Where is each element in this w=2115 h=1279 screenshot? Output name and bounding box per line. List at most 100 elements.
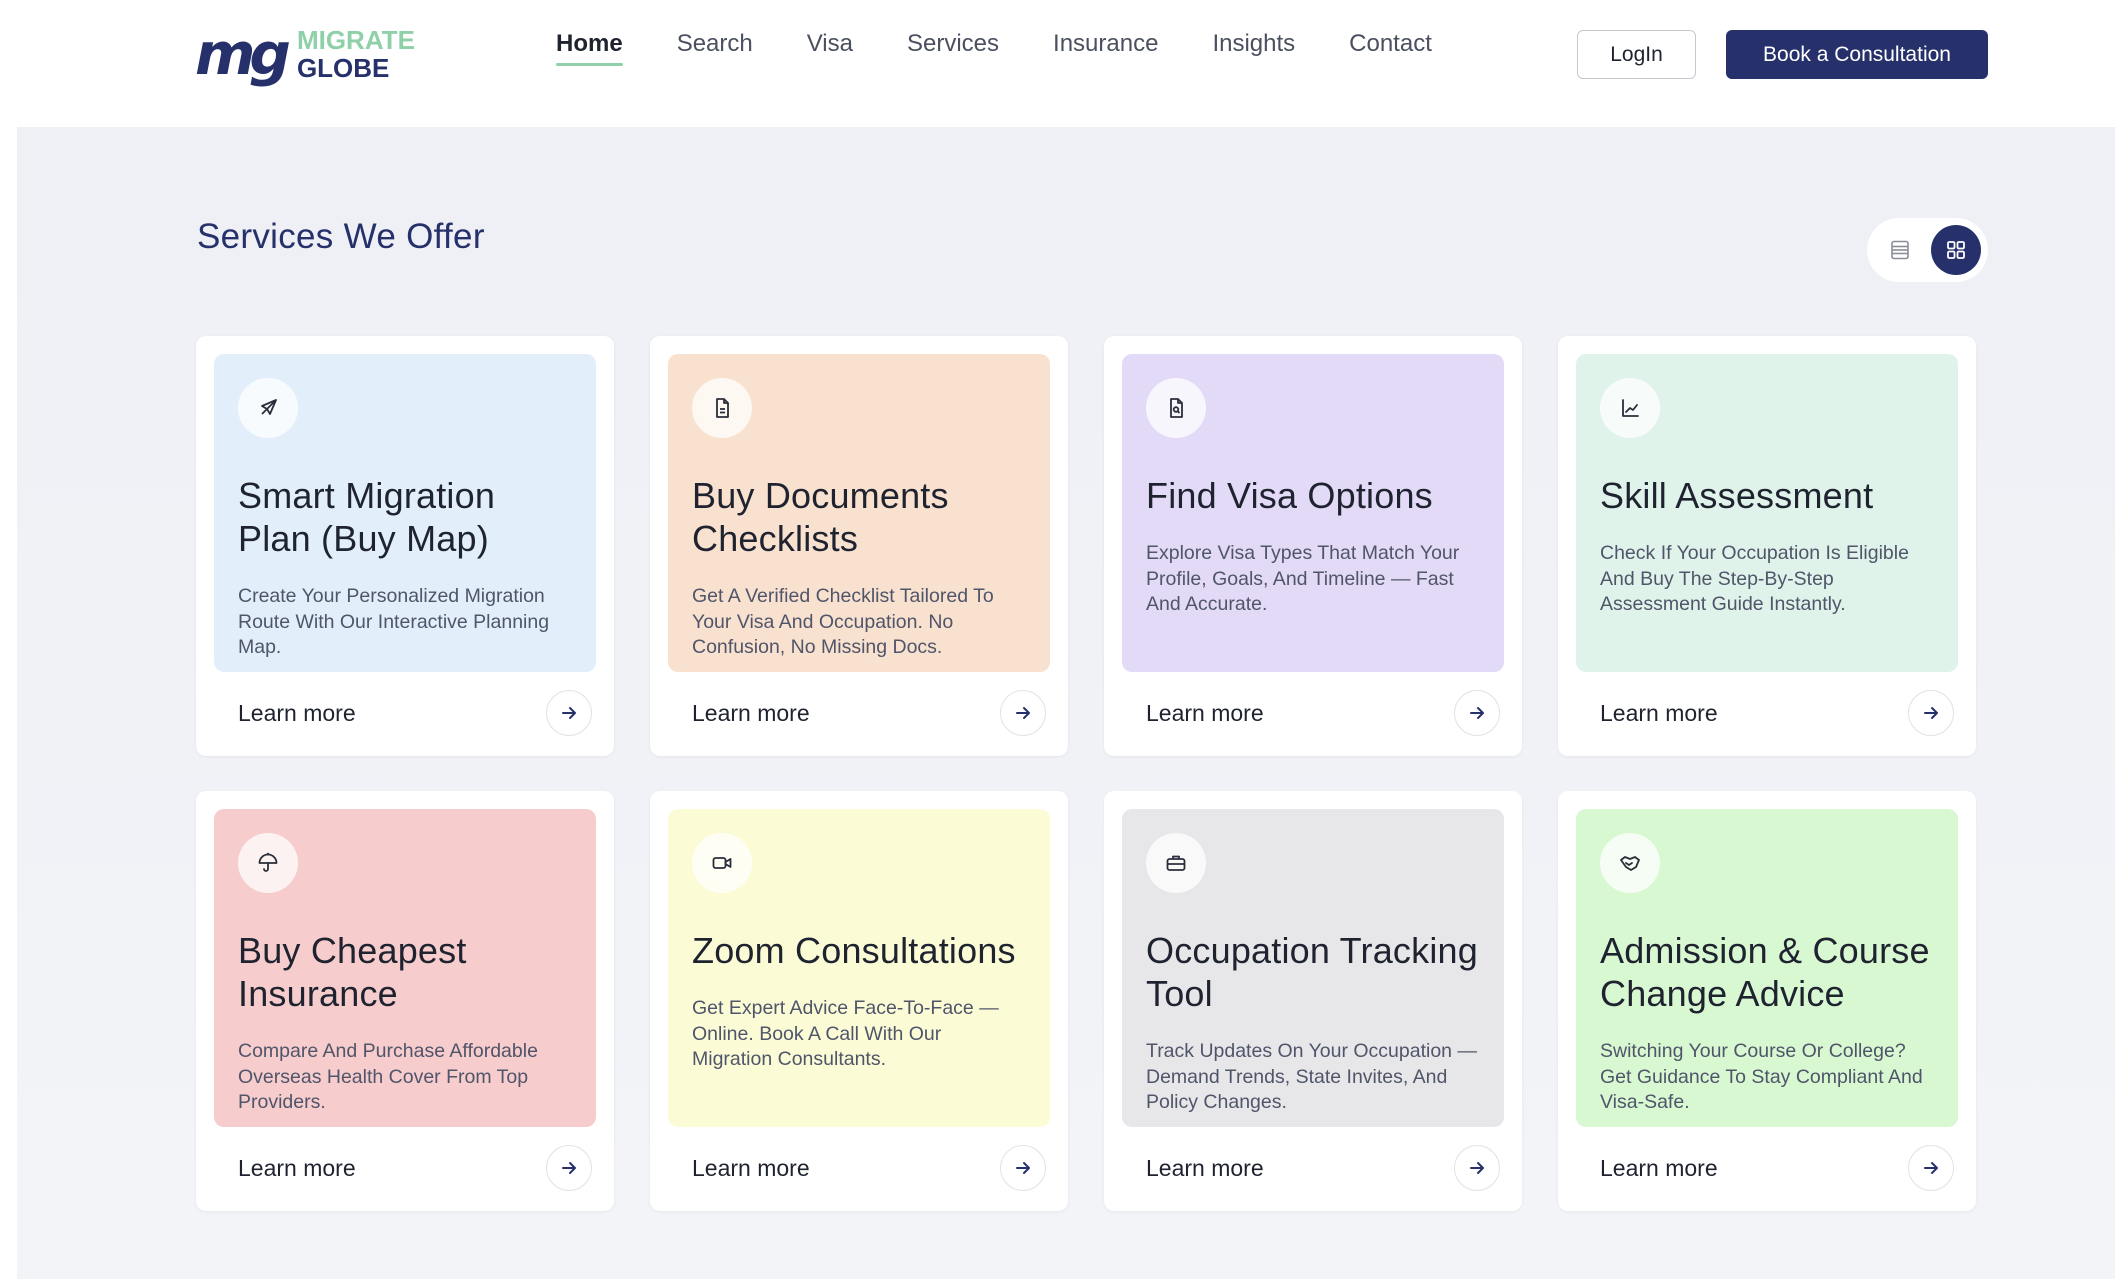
list-view-button[interactable] [1875, 225, 1925, 275]
icon-badge [1600, 833, 1660, 893]
document-icon [716, 398, 729, 418]
card-body: Skill Assessment Check If Your Occupatio… [1576, 354, 1958, 672]
learn-more-link[interactable]: Learn more [692, 700, 810, 727]
card-description: Create Your Personalized Migration Route… [238, 585, 550, 658]
card-title: Occupation Tracking Tool [1146, 930, 1478, 1014]
card-description: Explore Visa Types That Match Your Profi… [1146, 542, 1460, 615]
arrow-button[interactable] [1000, 690, 1046, 736]
logo-wordmark: MIGRATE GLOBE [297, 26, 415, 82]
handshake-icon [1620, 856, 1640, 871]
service-card-visa-options[interactable]: Find Visa Options Explore Visa Types Tha… [1104, 336, 1522, 756]
card-title: Buy Documents Checklists [692, 475, 949, 559]
nav-home[interactable]: Home [556, 30, 623, 66]
card-title: Buy Cheapest Insurance [238, 930, 467, 1014]
card-description: Switching Your Course Or College? Get Gu… [1600, 1040, 1923, 1113]
card-body: Buy Documents Checklists Get A Verified … [668, 354, 1050, 672]
card-footer: Learn more [692, 690, 1046, 736]
card-title: Skill Assessment [1600, 475, 1874, 516]
card-footer: Learn more [692, 1145, 1046, 1191]
arrow-button[interactable] [1000, 1145, 1046, 1191]
card-footer: Learn more [1146, 1145, 1500, 1191]
arrow-right-icon [1924, 1162, 1938, 1174]
arrow-button[interactable] [1454, 690, 1500, 736]
card-title: Admission & Course Change Advice [1600, 930, 1930, 1014]
services-section: Services We Offer Smart Migration Plan (… [17, 127, 2115, 1279]
learn-more-link[interactable]: Learn more [1600, 700, 1718, 727]
nav-contact[interactable]: Contact [1349, 30, 1432, 66]
chart-icon [1622, 399, 1639, 417]
card-footer: Learn more [1146, 690, 1500, 736]
learn-more-link[interactable]: Learn more [238, 1155, 356, 1182]
grid-view-icon [1947, 241, 1965, 259]
card-footer: Learn more [238, 690, 592, 736]
service-card-insurance[interactable]: Buy Cheapest Insurance Compare And Purch… [196, 791, 614, 1211]
section-title: Services We Offer [197, 217, 485, 256]
card-footer: Learn more [238, 1145, 592, 1191]
icon-badge [1146, 833, 1206, 893]
list-view-icon [1891, 240, 1909, 260]
service-card-skill-assessment[interactable]: Skill Assessment Check If Your Occupatio… [1558, 336, 1976, 756]
service-card-admission-advice[interactable]: Admission & Course Change Advice Switchi… [1558, 791, 1976, 1211]
service-card-documents-checklist[interactable]: Buy Documents Checklists Get A Verified … [650, 336, 1068, 756]
icon-badge [692, 378, 752, 438]
card-body: Buy Cheapest Insurance Compare And Purch… [214, 809, 596, 1127]
learn-more-link[interactable]: Learn more [1600, 1155, 1718, 1182]
logo-line-2: GLOBE [296, 53, 390, 83]
icon-badge [238, 833, 298, 893]
card-description: Get A Verified Checklist Tailored To You… [692, 585, 994, 658]
briefcase-icon [1166, 855, 1186, 871]
card-body: Find Visa Options Explore Visa Types Tha… [1122, 354, 1504, 672]
brand-logo[interactable]: mg MIGRATE GLOBE [195, 20, 415, 88]
arrow-button[interactable] [1908, 690, 1954, 736]
book-consultation-button[interactable]: Book a Consultation [1726, 30, 1988, 79]
site-header: mg MIGRATE GLOBE Home Search Visa Servic… [0, 0, 2115, 127]
service-card-zoom-consultations[interactable]: Zoom Consultations Get Expert Advice Fac… [650, 791, 1068, 1211]
card-description: Check If Your Occupation Is Eligible And… [1600, 542, 1909, 615]
video-icon [712, 857, 732, 869]
card-body: Zoom Consultations Get Expert Advice Fac… [668, 809, 1050, 1127]
logo-line-1: MIGRATE [296, 25, 415, 55]
card-description: Get Expert Advice Face-To-Face — Online.… [692, 997, 999, 1070]
card-title: Find Visa Options [1146, 475, 1433, 516]
icon-badge [692, 833, 752, 893]
arrow-right-icon [1470, 1162, 1484, 1174]
arrow-right-icon [562, 707, 576, 719]
nav-search[interactable]: Search [677, 30, 753, 66]
service-card-migration-plan[interactable]: Smart Migration Plan (Buy Map) Create Yo… [196, 336, 614, 756]
nav-visa[interactable]: Visa [807, 30, 853, 66]
arrow-right-icon [562, 1162, 576, 1174]
learn-more-link[interactable]: Learn more [1146, 700, 1264, 727]
nav-services[interactable]: Services [907, 30, 999, 66]
card-body: Occupation Tracking Tool Track Updates O… [1122, 809, 1504, 1127]
arrow-right-icon [1016, 707, 1030, 719]
arrow-button[interactable] [1908, 1145, 1954, 1191]
card-title: Smart Migration Plan (Buy Map) [238, 475, 496, 559]
icon-badge [1600, 378, 1660, 438]
arrow-right-icon [1470, 707, 1484, 719]
card-title: Zoom Consultations [692, 930, 1016, 971]
logo-mark: mg [195, 20, 291, 88]
nav-insights[interactable]: Insights [1212, 30, 1295, 66]
icon-badge [238, 378, 298, 438]
learn-more-link[interactable]: Learn more [1146, 1155, 1264, 1182]
card-footer: Learn more [1600, 1145, 1954, 1191]
card-body: Smart Migration Plan (Buy Map) Create Yo… [214, 354, 596, 672]
card-footer: Learn more [1600, 690, 1954, 736]
icon-badge [1146, 378, 1206, 438]
learn-more-link[interactable]: Learn more [238, 700, 356, 727]
plane-icon [261, 399, 277, 415]
nav-insurance[interactable]: Insurance [1053, 30, 1158, 66]
card-description: Compare And Purchase Affordable Overseas… [238, 1040, 538, 1113]
file-search-icon [1170, 398, 1183, 418]
view-toggle [1867, 218, 1988, 282]
arrow-button[interactable] [1454, 1145, 1500, 1191]
umbrella-icon [258, 852, 278, 872]
arrow-button[interactable] [546, 690, 592, 736]
learn-more-link[interactable]: Learn more [692, 1155, 810, 1182]
arrow-button[interactable] [546, 1145, 592, 1191]
main-nav: Home Search Visa Services Insurance Insi… [556, 30, 1432, 66]
grid-view-button[interactable] [1931, 225, 1981, 275]
service-card-occupation-tracking[interactable]: Occupation Tracking Tool Track Updates O… [1104, 791, 1522, 1211]
login-button[interactable]: LogIn [1577, 30, 1696, 79]
arrow-right-icon [1016, 1162, 1030, 1174]
